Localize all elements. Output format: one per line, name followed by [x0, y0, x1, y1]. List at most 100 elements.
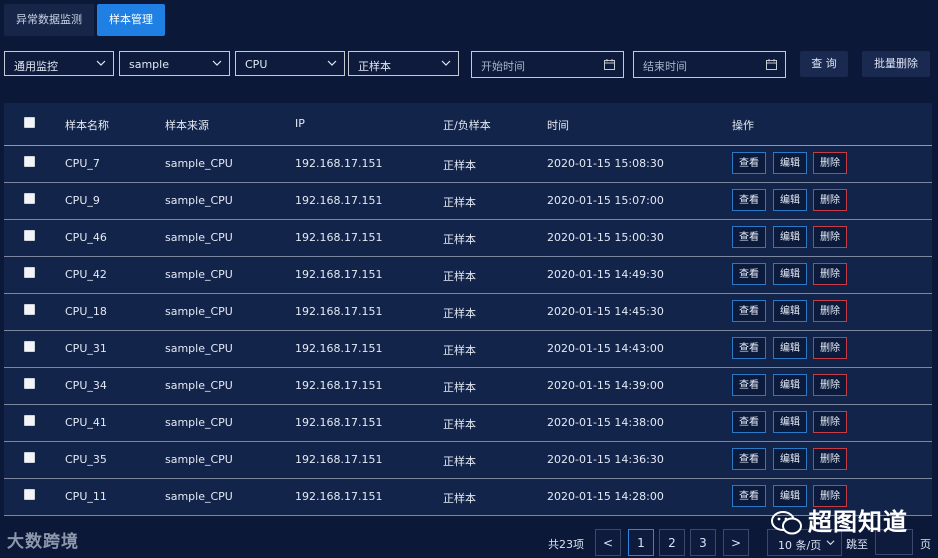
header-sample-type: 正/负样本: [443, 119, 491, 132]
edit-button[interactable]: 编辑: [773, 448, 807, 470]
total-count: 共23项: [548, 538, 584, 551]
cell-sample-type: 正样本: [443, 492, 476, 505]
table-row: CPU_35 sample_CPU 192.168.17.151 正样本 2020-01…: [4, 441, 932, 479]
metric-select[interactable]: CPU: [235, 51, 345, 76]
cell-ip: 192.168.17.151: [295, 268, 383, 281]
page-suffix-label: 页: [920, 538, 931, 551]
cell-sample-type: 正样本: [443, 159, 476, 172]
cell-sample-source: sample_CPU: [165, 379, 233, 392]
row-checkbox[interactable]: [24, 341, 35, 352]
row-checkbox[interactable]: [24, 304, 35, 315]
row-checkbox[interactable]: [24, 156, 35, 167]
sample-type-select[interactable]: 正样本: [348, 51, 459, 76]
delete-button[interactable]: 删除: [813, 337, 847, 359]
view-button[interactable]: 查看: [732, 300, 766, 322]
cell-ip: 192.168.17.151: [295, 416, 383, 429]
cell-time: 2020-01-15 15:00:30: [547, 231, 664, 244]
cell-sample-source: sample_CPU: [165, 194, 233, 207]
view-button[interactable]: 查看: [732, 152, 766, 174]
cell-sample-type: 正样本: [443, 344, 476, 357]
select-all-checkbox[interactable]: [24, 117, 35, 128]
delete-button[interactable]: 删除: [813, 189, 847, 211]
edit-button[interactable]: 编辑: [773, 189, 807, 211]
cell-sample-name: CPU_34: [65, 379, 107, 392]
row-checkbox[interactable]: [24, 230, 35, 241]
view-button[interactable]: 查看: [732, 485, 766, 507]
delete-button[interactable]: 删除: [813, 263, 847, 285]
view-button[interactable]: 查看: [732, 448, 766, 470]
tab-anomaly-monitoring[interactable]: 异常数据监测: [4, 4, 94, 36]
watermark-text: 超图知道: [808, 508, 908, 536]
view-button[interactable]: 查看: [732, 337, 766, 359]
delete-button[interactable]: 删除: [813, 374, 847, 396]
row-checkbox[interactable]: [24, 193, 35, 204]
cell-sample-name: CPU_42: [65, 268, 107, 281]
delete-button[interactable]: 删除: [813, 448, 847, 470]
tab-sample-management[interactable]: 样本管理: [97, 4, 165, 36]
table-row: CPU_9 sample_CPU 192.168.17.151 正样本 2020-01-…: [4, 182, 932, 220]
tab-bar: 异常数据监测 样本管理: [4, 4, 165, 36]
page-2-button[interactable]: 2: [659, 529, 685, 556]
cell-sample-type: 正样本: [443, 418, 476, 431]
view-button[interactable]: 查看: [732, 189, 766, 211]
sample-select[interactable]: sample: [119, 51, 230, 76]
cell-sample-source: sample_CPU: [165, 231, 233, 244]
batch-delete-button[interactable]: 批量删除: [862, 51, 930, 77]
delete-button[interactable]: 删除: [813, 411, 847, 433]
cell-sample-name: CPU_46: [65, 231, 107, 244]
edit-button[interactable]: 编辑: [773, 411, 807, 433]
chevron-down-icon: [327, 60, 337, 66]
cell-time: 2020-01-15 14:43:00: [547, 342, 664, 355]
end-time-picker[interactable]: 结束时间: [633, 51, 786, 78]
edit-button[interactable]: 编辑: [773, 300, 807, 322]
cell-ip: 192.168.17.151: [295, 231, 383, 244]
edit-button[interactable]: 编辑: [773, 263, 807, 285]
chevron-down-icon: [826, 540, 835, 546]
cell-sample-type: 正样本: [443, 455, 476, 468]
start-time-picker[interactable]: 开始时间: [471, 51, 624, 78]
cell-time: 2020-01-15 14:39:00: [547, 379, 664, 392]
view-button[interactable]: 查看: [732, 263, 766, 285]
row-checkbox[interactable]: [24, 378, 35, 389]
table-header: 样本名称 样本来源 IP 正/负样本 时间 操作: [4, 103, 932, 146]
monitor-type-select[interactable]: 通用监控: [4, 51, 114, 76]
filter-bar: 通用监控 sample CPU 正样本 开始时间 结束时间 查 询 批量删除: [4, 51, 934, 78]
cell-sample-type: 正样本: [443, 233, 476, 246]
cell-ip: 192.168.17.151: [295, 490, 383, 503]
sample-value: sample: [129, 58, 169, 71]
page-1-button[interactable]: 1: [628, 529, 654, 556]
table-row: CPU_46 sample_CPU 192.168.17.151 正样本 2020-01…: [4, 219, 932, 257]
edit-button[interactable]: 编辑: [773, 226, 807, 248]
cell-sample-name: CPU_7: [65, 157, 100, 170]
sample-type-value: 正样本: [358, 60, 391, 73]
next-page-button[interactable]: >: [723, 529, 749, 556]
prev-page-button[interactable]: <: [595, 529, 621, 556]
edit-button[interactable]: 编辑: [773, 374, 807, 396]
view-button[interactable]: 查看: [732, 226, 766, 248]
row-checkbox[interactable]: [24, 489, 35, 500]
delete-button[interactable]: 删除: [813, 226, 847, 248]
start-time-placeholder: 开始时间: [481, 60, 525, 73]
edit-button[interactable]: 编辑: [773, 152, 807, 174]
wechat-icon: [771, 511, 802, 535]
cell-sample-type: 正样本: [443, 381, 476, 394]
row-checkbox[interactable]: [24, 452, 35, 463]
end-time-placeholder: 结束时间: [643, 60, 687, 73]
delete-button[interactable]: 删除: [813, 300, 847, 322]
view-button[interactable]: 查看: [732, 374, 766, 396]
cell-sample-name: CPU_41: [65, 416, 107, 429]
sample-table: 样本名称 样本来源 IP 正/负样本 时间 操作 CPU_7 sample_CPU…: [4, 103, 932, 516]
view-button[interactable]: 查看: [732, 411, 766, 433]
cell-sample-source: sample_CPU: [165, 453, 233, 466]
delete-button[interactable]: 删除: [813, 152, 847, 174]
edit-button[interactable]: 编辑: [773, 337, 807, 359]
cell-ip: 192.168.17.151: [295, 453, 383, 466]
cell-sample-source: sample_CPU: [165, 268, 233, 281]
query-button[interactable]: 查 询: [800, 51, 848, 77]
cell-ip: 192.168.17.151: [295, 194, 383, 207]
row-checkbox[interactable]: [24, 415, 35, 426]
cell-time: 2020-01-15 15:07:00: [547, 194, 664, 207]
page-3-button[interactable]: 3: [690, 529, 716, 556]
row-checkbox[interactable]: [24, 267, 35, 278]
cell-sample-source: sample_CPU: [165, 305, 233, 318]
